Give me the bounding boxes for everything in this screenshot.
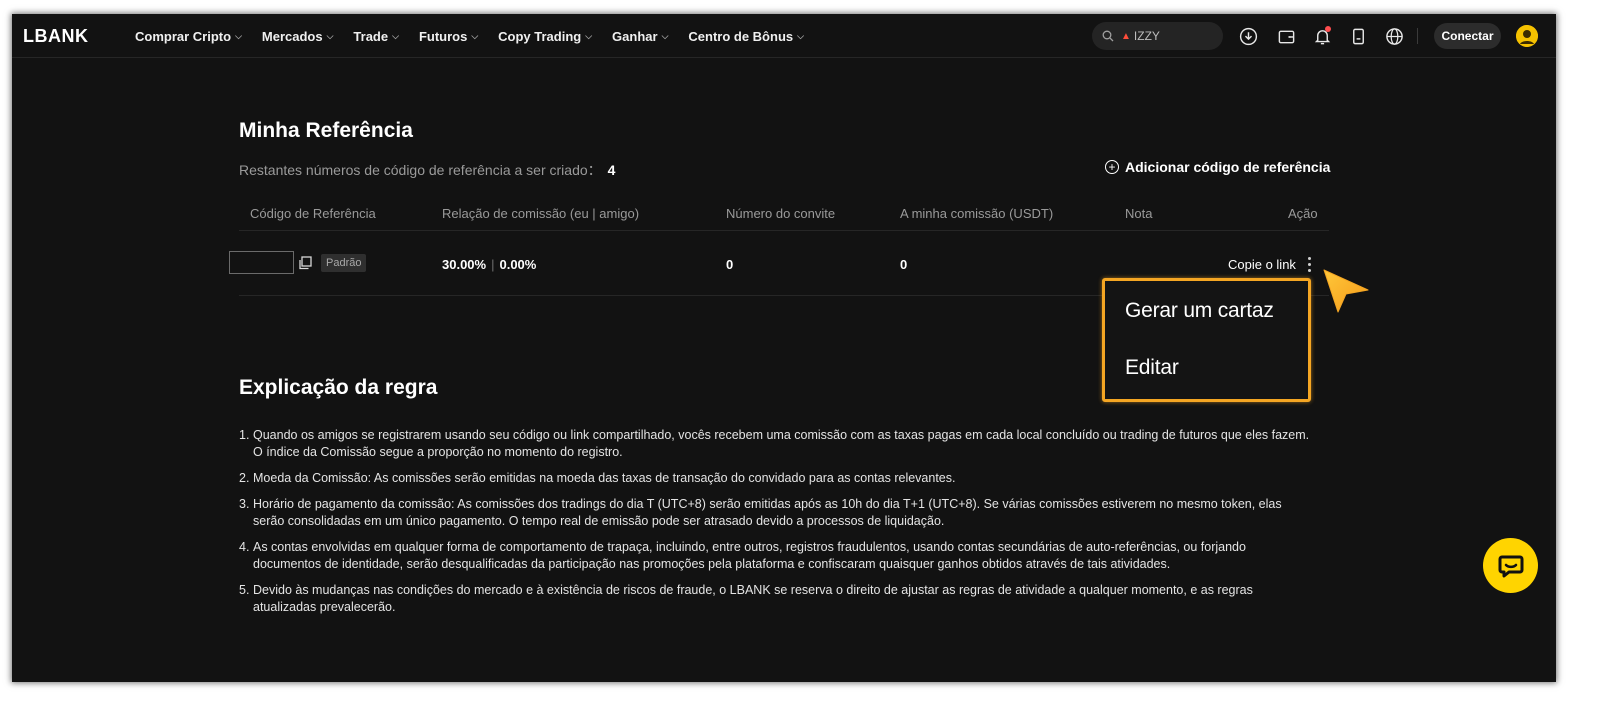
main-menu: Comprar Cripto ⌵ Mercados ⌵ Trade ⌵ Futuros… [135,14,824,58]
nav-label: Centro de Bônus [688,28,794,44]
rule-number: 1. [239,428,250,442]
app-window: LBANK Comprar Cripto ⌵ Mercados ⌵ Trade ⌵ F… [12,14,1556,682]
support-chat-button[interactable] [1483,538,1538,593]
connect-button[interactable]: Conectar [1434,23,1501,49]
avatar[interactable] [1516,25,1538,47]
nav-label: Ganhar [612,28,658,44]
chevron-down-icon: ⌵ [235,30,242,41]
rule-item: 3. Horário de pagamento da comissão: As c… [239,496,1314,530]
nav-label: Mercados [261,28,323,44]
chat-icon [1498,555,1523,577]
table-header-divider [239,230,1329,231]
search-input[interactable]: ▲ IZZY [1092,22,1223,50]
rules-title: Explicação da regra [239,376,438,399]
ratio-me: 30.00% [442,257,487,272]
rule-item: 1. Quando os amigos se registrarem usando… [239,427,1314,461]
ratio-separator: | [491,257,495,272]
nav-comprar-cripto[interactable]: Comprar Cripto ⌵ [135,29,242,44]
edit-menu-item[interactable]: Editar [1125,356,1179,380]
nav-label: Futuros [418,28,468,44]
rule-text: Horário de pagamento da comissão: As com… [253,497,1282,528]
lbank-logo[interactable]: LBANK [23,26,89,47]
column-header-note: Nota [1125,206,1153,221]
nav-mercados[interactable]: Mercados ⌵ [262,29,334,44]
rules-list: 1. Quando os amigos se registrarem usando… [239,427,1314,625]
rule-number: 4. [239,540,250,554]
rule-number: 5. [239,583,250,597]
nav-centro-de-bonus[interactable]: Centro de Bônus ⌵ [688,29,804,44]
commission-ratio-cell: 30.00% | 0.00% [442,257,536,272]
rule-text: Quando os amigos se registrarem usando s… [253,428,1310,459]
chevron-down-icon: ⌵ [326,30,334,41]
rule-number: 3. [239,497,250,511]
wallet-icon[interactable] [1275,25,1297,47]
nav-label: Trade [353,28,389,44]
search-icon [1102,30,1114,42]
copy-link-button[interactable]: Copie o link [1228,257,1296,272]
remaining-codes-info: Restantes números de código de referênci… [239,160,615,180]
referral-code-field[interactable] [229,251,294,274]
column-header-referral-code: Código de Referência [250,206,376,221]
fire-icon: ▲ [1121,30,1131,42]
column-header-action: Ação [1288,206,1318,221]
page-title: Minha Referência [239,119,413,142]
top-navbar: LBANK Comprar Cripto ⌵ Mercados ⌵ Trade ⌵ F… [12,14,1556,58]
remaining-label: Restantes números de código de referênci… [239,162,602,178]
column-header-my-commission: A minha comissão (USDT) [900,206,1054,221]
annotation-arrow-icon [1323,269,1369,313]
download-icon[interactable] [1237,25,1259,47]
add-referral-code-button[interactable]: + Adicionar código de referência [1105,159,1330,175]
rule-item: 4. As contas envolvidas em qualquer forma… [239,539,1314,573]
rule-text: Devido às mudanças nas condições do merc… [253,583,1253,614]
nav-trade[interactable]: Trade ⌵ [353,29,399,44]
remaining-count: 4 [607,162,616,178]
bell-icon[interactable] [1311,25,1333,47]
avatar-icon [1516,25,1538,47]
globe-icon[interactable] [1383,25,1405,47]
rule-text: Moeda da Comissão: As comissões serão em… [253,471,956,485]
chevron-down-icon: ⌵ [471,30,479,41]
column-header-commission-ratio: Relação de comissão (eu | amigo) [442,206,640,221]
generate-poster-menu-item[interactable]: Gerar um cartaz [1125,299,1274,323]
copy-icon[interactable] [298,256,312,270]
chevron-down-icon: ⌵ [661,30,669,41]
rule-item: 5. Devido às mudanças nas condições do me… [239,582,1314,616]
plus-circle-icon: + [1105,160,1119,174]
mobile-app-icon[interactable] [1347,25,1369,47]
default-badge: Padrão [321,254,367,272]
nav-copy-trading[interactable]: Copy Trading ⌵ [498,29,592,44]
nav-futuros[interactable]: Futuros ⌵ [419,29,478,44]
invites-cell: 0 [726,257,734,272]
ratio-friend: 0.00% [499,257,537,272]
column-header-invites: Número do convite [726,206,836,221]
nav-ganhar[interactable]: Ganhar ⌵ [612,29,668,44]
rule-text: As contas envolvidas em qualquer forma d… [253,540,1246,571]
chevron-down-icon: ⌵ [585,30,593,41]
nav-label: Comprar Cripto [135,28,232,44]
row-actions-dropdown: Gerar um cartaz Editar [1102,278,1311,402]
more-options-icon[interactable] [1304,255,1314,273]
rule-number: 2. [239,471,250,485]
chevron-down-icon: ⌵ [797,30,804,41]
nav-divider [1417,28,1418,44]
chevron-down-icon: ⌵ [392,30,399,41]
rule-item: 2. Moeda da Comissão: As comissões serão … [239,470,1314,487]
notification-dot [1325,26,1331,32]
nav-label: Copy Trading [498,28,582,44]
search-placeholder: IZZY [1133,29,1160,43]
my-commission-cell: 0 [900,257,908,272]
add-referral-code-label: Adicionar código de referência [1125,159,1331,175]
